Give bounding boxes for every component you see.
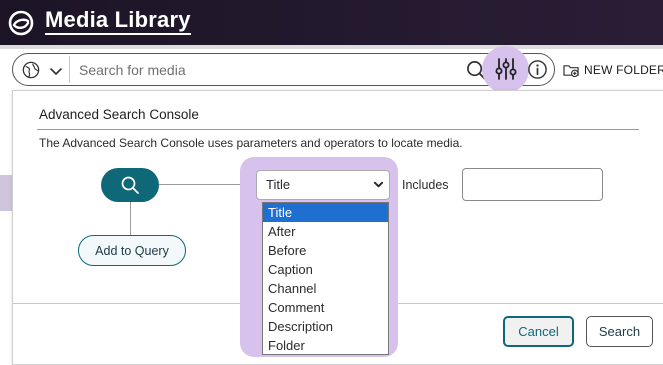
new-folder-icon — [563, 64, 579, 77]
search-input[interactable] — [79, 59, 459, 81]
new-folder-button[interactable]: NEW FOLDER — [563, 60, 663, 80]
globe-icon[interactable] — [22, 61, 40, 79]
dropdown-option-before[interactable]: Before — [263, 241, 388, 260]
panel-title-divider — [37, 129, 639, 130]
add-to-query-button[interactable]: Add to Query — [78, 235, 186, 266]
field-dropdown-list: Title After Before Caption Channel Comme… — [262, 202, 389, 355]
searchbar-divider — [69, 56, 70, 83]
dropdown-option-description[interactable]: Description — [263, 317, 388, 336]
query-connector-line-vertical — [130, 202, 131, 235]
operator-label: Includes — [402, 178, 449, 192]
query-search-node-button[interactable] — [101, 168, 159, 202]
search-button[interactable]: Search — [586, 316, 653, 347]
dropdown-option-channel[interactable]: Channel — [263, 279, 388, 298]
panel-description: The Advanced Search Console uses paramet… — [39, 136, 463, 150]
dropdown-option-folder[interactable]: Folder — [263, 336, 388, 355]
dropdown-option-caption[interactable]: Caption — [263, 260, 388, 279]
panel-title: Advanced Search Console — [39, 107, 199, 122]
logo-icon — [8, 10, 34, 36]
chevron-down-icon[interactable] — [373, 179, 384, 190]
cancel-button[interactable]: Cancel — [503, 316, 574, 347]
info-icon[interactable] — [527, 59, 548, 80]
chevron-down-icon[interactable] — [49, 64, 63, 78]
app-header: Media Library — [0, 0, 663, 45]
new-folder-label: NEW FOLDER — [584, 63, 663, 77]
background-strip — [0, 175, 12, 211]
dropdown-option-after[interactable]: After — [263, 222, 388, 241]
search-icon — [121, 176, 139, 194]
header-divider — [0, 45, 663, 49]
filter-sliders-icon[interactable] — [494, 57, 518, 81]
field-select-value: Title — [266, 177, 291, 192]
search-bar — [12, 53, 555, 86]
query-value-input[interactable] — [462, 168, 603, 201]
app-title[interactable]: Media Library — [45, 8, 191, 35]
dropdown-option-title[interactable]: Title — [263, 203, 388, 222]
dropdown-option-comment[interactable]: Comment — [263, 298, 388, 317]
